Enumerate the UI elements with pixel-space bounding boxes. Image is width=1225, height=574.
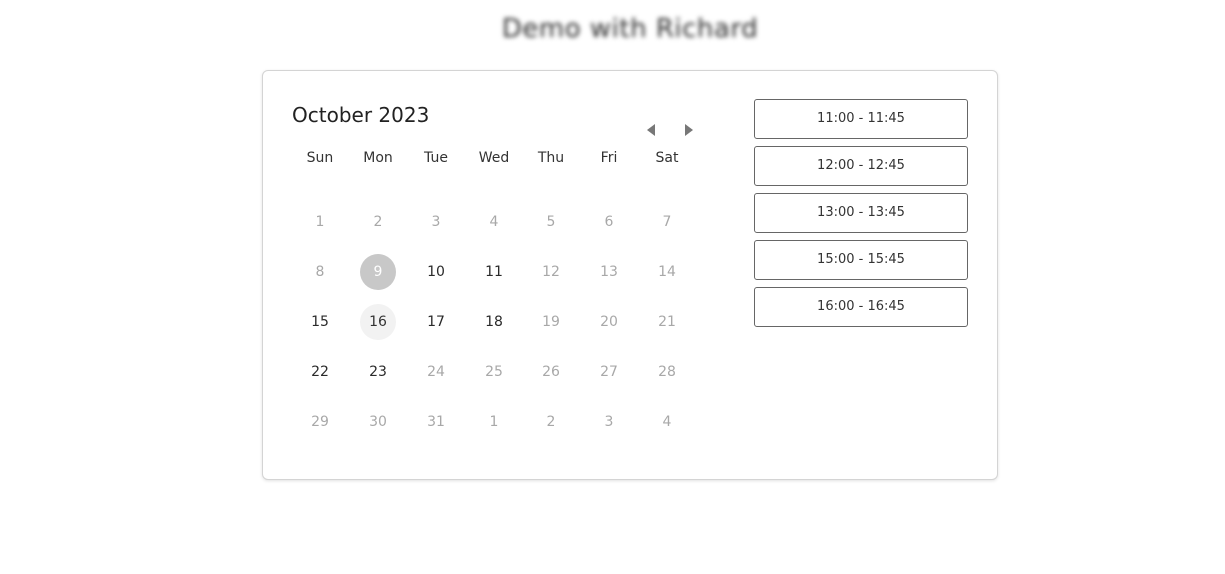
calendar-day: 14 bbox=[658, 264, 676, 280]
time-slot-button[interactable]: 16:00 - 16:45 bbox=[754, 287, 968, 327]
calendar-day: 25 bbox=[485, 364, 503, 380]
calendar-day: 8 bbox=[315, 264, 325, 280]
calendar-day: 28 bbox=[658, 364, 676, 380]
calendar-day: 20 bbox=[600, 314, 618, 330]
calendar-day: 2 bbox=[373, 214, 383, 230]
calendar-day: 27 bbox=[600, 364, 618, 380]
calendar-day: 6 bbox=[604, 214, 614, 230]
prev-month-icon[interactable] bbox=[647, 124, 655, 136]
month-title: October 2023 bbox=[292, 103, 430, 127]
calendar-day: 24 bbox=[427, 364, 445, 380]
calendar-day: 12 bbox=[542, 264, 560, 280]
calendar-day: 30 bbox=[369, 414, 387, 430]
time-slot-button[interactable]: 12:00 - 12:45 bbox=[754, 146, 968, 186]
calendar-day[interactable]: 15 bbox=[302, 304, 338, 340]
calendar-day: 7 bbox=[662, 214, 672, 230]
weekday-label: Fri bbox=[600, 150, 618, 166]
calendar-day: 3 bbox=[604, 414, 614, 430]
calendar-day: 31 bbox=[427, 414, 445, 430]
calendar-day: 3 bbox=[431, 214, 441, 230]
calendar-day[interactable]: 11 bbox=[476, 254, 512, 290]
weekday-label: Thu bbox=[537, 150, 565, 166]
calendar-day: 1 bbox=[489, 414, 499, 430]
calendar-day: 4 bbox=[662, 414, 672, 430]
selected-day[interactable]: 9 bbox=[360, 254, 396, 290]
calendar-day[interactable]: 22 bbox=[302, 354, 338, 390]
page-title: Demo with Richard bbox=[501, 14, 759, 44]
next-month-icon[interactable] bbox=[685, 124, 693, 136]
weekday-label: Tue bbox=[424, 150, 448, 166]
calendar-day[interactable]: 10 bbox=[418, 254, 454, 290]
calendar-day: 19 bbox=[542, 314, 560, 330]
calendar-day: 29 bbox=[311, 414, 329, 430]
weekday-label: Mon bbox=[363, 150, 393, 166]
calendar-day: 1 bbox=[315, 214, 325, 230]
weekday-label: Sat bbox=[655, 150, 679, 166]
time-slot-button[interactable]: 11:00 - 11:45 bbox=[754, 99, 968, 139]
calendar-day: 26 bbox=[542, 364, 560, 380]
weekday-label: Wed bbox=[478, 150, 510, 166]
calendar-day: 13 bbox=[600, 264, 618, 280]
calendar-day[interactable]: 17 bbox=[418, 304, 454, 340]
calendar-day: 21 bbox=[658, 314, 676, 330]
time-slot-button[interactable]: 13:00 - 13:45 bbox=[754, 193, 968, 233]
calendar-day: 4 bbox=[489, 214, 499, 230]
time-slot-button[interactable]: 15:00 - 15:45 bbox=[754, 240, 968, 280]
booking-card: October 2023 Sun Mon Tue Wed Thu Fri Sat 12345… bbox=[262, 70, 998, 480]
calendar-day[interactable]: 23 bbox=[360, 354, 396, 390]
calendar-day: 5 bbox=[546, 214, 556, 230]
calendar-day[interactable]: 18 bbox=[476, 304, 512, 340]
weekday-label: Sun bbox=[306, 150, 334, 166]
calendar-day[interactable]: 16 bbox=[360, 304, 396, 340]
calendar-day: 2 bbox=[546, 414, 556, 430]
